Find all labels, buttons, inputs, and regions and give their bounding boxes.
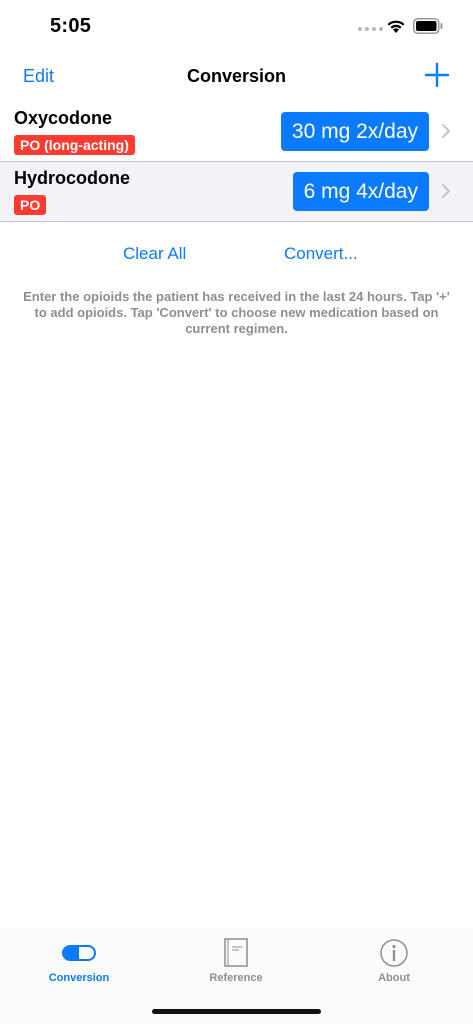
tab-conversion[interactable]: Conversion xyxy=(29,938,129,984)
home-indicator xyxy=(152,1009,321,1014)
battery-icon xyxy=(413,18,443,34)
cellular-dots-icon xyxy=(358,27,383,31)
status-time: 5:05 xyxy=(50,15,92,37)
drug-name: Hydrocodone xyxy=(14,168,131,188)
instructions-text: Enter the opioids the patient has receiv… xyxy=(23,289,450,336)
info-icon xyxy=(380,939,408,967)
medication-row-hydrocodone[interactable]: Hydrocodone PO 6 mg 4x/day xyxy=(0,162,473,222)
page-title: Conversion xyxy=(186,66,287,86)
plus-icon xyxy=(424,62,450,88)
medication-row-oxycodone[interactable]: Oxycodone PO (long-acting) 30 mg 2x/day xyxy=(0,102,473,162)
navigation-bar: Edit Conversion xyxy=(0,52,473,102)
tab-label: Conversion xyxy=(48,972,110,984)
drug-name: Oxycodone xyxy=(14,108,113,128)
tab-about[interactable]: About xyxy=(344,938,444,984)
chevron-right-icon xyxy=(442,124,450,138)
medication-list: Oxycodone PO (long-acting) 30 mg 2x/day … xyxy=(0,102,473,222)
tab-label: About xyxy=(378,972,410,984)
convert-button[interactable]: Convert... xyxy=(284,244,358,264)
dose-button[interactable]: 30 mg 2x/day xyxy=(280,112,429,151)
route-badge: PO (long-acting) xyxy=(14,135,135,155)
route-badge: PO xyxy=(14,195,47,215)
tab-label: Reference xyxy=(209,972,263,984)
dose-button[interactable]: 6 mg 4x/day xyxy=(292,172,429,211)
chevron-right-icon xyxy=(442,184,450,198)
book-icon xyxy=(224,938,248,967)
status-bar: 5:05 xyxy=(0,0,473,52)
add-opioid-button[interactable] xyxy=(424,62,450,88)
clear-all-button[interactable]: Clear All xyxy=(123,244,186,264)
wifi-icon xyxy=(387,20,405,33)
screen: 5:05 Edit Conversion Oxycodone PO (long-… xyxy=(0,0,473,1024)
pill-toggle-icon xyxy=(62,945,96,961)
tab-reference[interactable]: Reference xyxy=(186,938,286,984)
